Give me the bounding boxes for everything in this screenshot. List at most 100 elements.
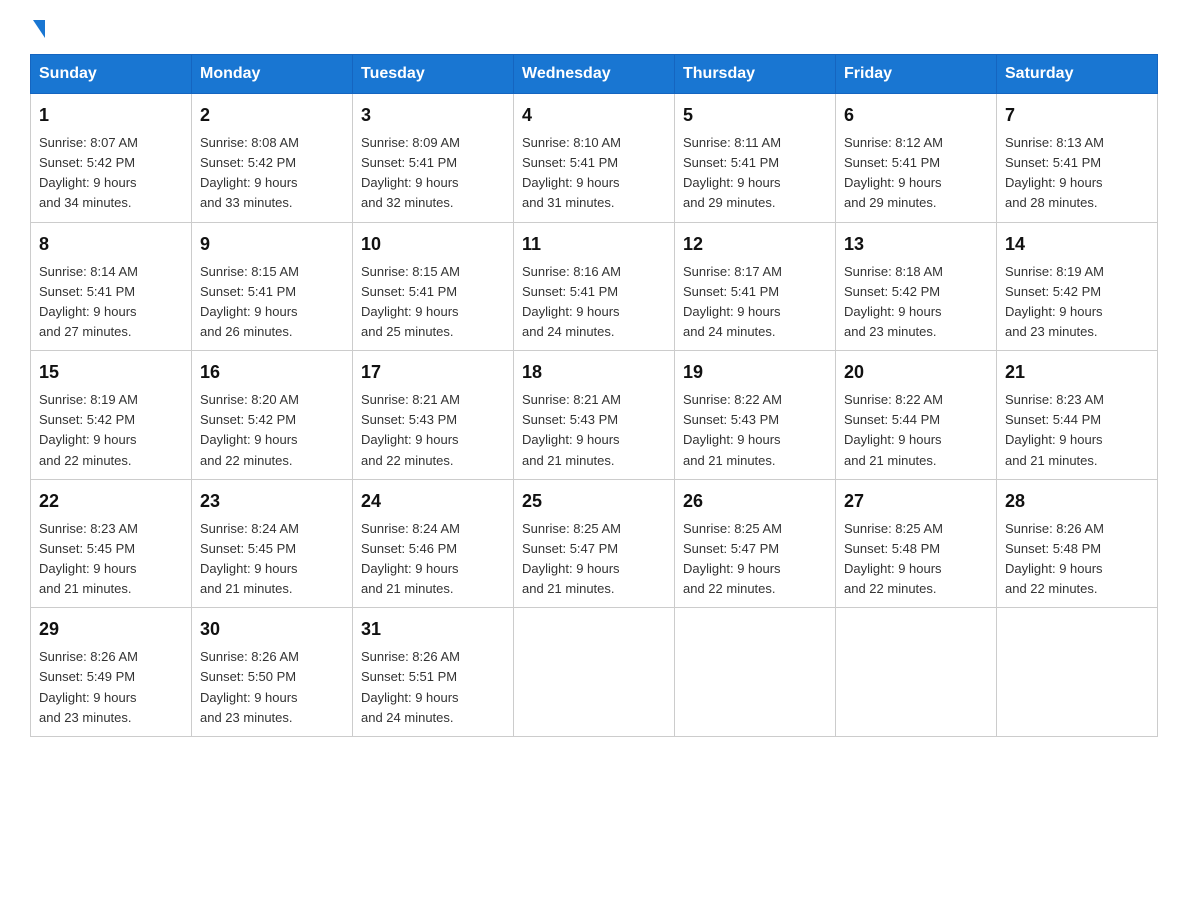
day-info: Sunrise: 8:25 AMSunset: 5:48 PMDaylight:… — [844, 519, 988, 600]
calendar-cell — [675, 608, 836, 737]
week-row-1: 1 Sunrise: 8:07 AMSunset: 5:42 PMDayligh… — [31, 94, 1158, 223]
calendar-cell: 2 Sunrise: 8:08 AMSunset: 5:42 PMDayligh… — [192, 94, 353, 223]
day-number: 28 — [1005, 488, 1149, 515]
day-number: 4 — [522, 102, 666, 129]
weekday-header-sunday: Sunday — [31, 55, 192, 94]
day-info: Sunrise: 8:07 AMSunset: 5:42 PMDaylight:… — [39, 133, 183, 214]
day-info: Sunrise: 8:24 AMSunset: 5:46 PMDaylight:… — [361, 519, 505, 600]
calendar-cell: 4 Sunrise: 8:10 AMSunset: 5:41 PMDayligh… — [514, 94, 675, 223]
calendar-cell: 16 Sunrise: 8:20 AMSunset: 5:42 PMDaylig… — [192, 351, 353, 480]
day-info: Sunrise: 8:21 AMSunset: 5:43 PMDaylight:… — [522, 390, 666, 471]
calendar-cell: 7 Sunrise: 8:13 AMSunset: 5:41 PMDayligh… — [997, 94, 1158, 223]
calendar-cell — [997, 608, 1158, 737]
week-row-3: 15 Sunrise: 8:19 AMSunset: 5:42 PMDaylig… — [31, 351, 1158, 480]
day-info: Sunrise: 8:09 AMSunset: 5:41 PMDaylight:… — [361, 133, 505, 214]
day-number: 8 — [39, 231, 183, 258]
day-info: Sunrise: 8:25 AMSunset: 5:47 PMDaylight:… — [683, 519, 827, 600]
week-row-4: 22 Sunrise: 8:23 AMSunset: 5:45 PMDaylig… — [31, 479, 1158, 608]
calendar-cell: 5 Sunrise: 8:11 AMSunset: 5:41 PMDayligh… — [675, 94, 836, 223]
calendar-cell: 3 Sunrise: 8:09 AMSunset: 5:41 PMDayligh… — [353, 94, 514, 223]
day-info: Sunrise: 8:19 AMSunset: 5:42 PMDaylight:… — [1005, 262, 1149, 343]
day-info: Sunrise: 8:14 AMSunset: 5:41 PMDaylight:… — [39, 262, 183, 343]
day-number: 30 — [200, 616, 344, 643]
calendar-cell — [836, 608, 997, 737]
calendar-cell: 21 Sunrise: 8:23 AMSunset: 5:44 PMDaylig… — [997, 351, 1158, 480]
day-number: 2 — [200, 102, 344, 129]
day-number: 9 — [200, 231, 344, 258]
day-number: 16 — [200, 359, 344, 386]
logo-arrow-icon — [33, 20, 45, 38]
day-info: Sunrise: 8:10 AMSunset: 5:41 PMDaylight:… — [522, 133, 666, 214]
weekday-header-friday: Friday — [836, 55, 997, 94]
calendar-cell: 31 Sunrise: 8:26 AMSunset: 5:51 PMDaylig… — [353, 608, 514, 737]
day-info: Sunrise: 8:24 AMSunset: 5:45 PMDaylight:… — [200, 519, 344, 600]
day-number: 11 — [522, 231, 666, 258]
calendar-cell: 18 Sunrise: 8:21 AMSunset: 5:43 PMDaylig… — [514, 351, 675, 480]
calendar-cell: 9 Sunrise: 8:15 AMSunset: 5:41 PMDayligh… — [192, 222, 353, 351]
day-info: Sunrise: 8:15 AMSunset: 5:41 PMDaylight:… — [361, 262, 505, 343]
day-info: Sunrise: 8:22 AMSunset: 5:43 PMDaylight:… — [683, 390, 827, 471]
calendar-table: SundayMondayTuesdayWednesdayThursdayFrid… — [30, 54, 1158, 737]
day-number: 23 — [200, 488, 344, 515]
day-number: 18 — [522, 359, 666, 386]
calendar-cell: 10 Sunrise: 8:15 AMSunset: 5:41 PMDaylig… — [353, 222, 514, 351]
calendar-cell: 20 Sunrise: 8:22 AMSunset: 5:44 PMDaylig… — [836, 351, 997, 480]
day-info: Sunrise: 8:20 AMSunset: 5:42 PMDaylight:… — [200, 390, 344, 471]
day-number: 26 — [683, 488, 827, 515]
weekday-header-tuesday: Tuesday — [353, 55, 514, 94]
day-info: Sunrise: 8:25 AMSunset: 5:47 PMDaylight:… — [522, 519, 666, 600]
day-info: Sunrise: 8:23 AMSunset: 5:44 PMDaylight:… — [1005, 390, 1149, 471]
day-number: 17 — [361, 359, 505, 386]
calendar-cell: 28 Sunrise: 8:26 AMSunset: 5:48 PMDaylig… — [997, 479, 1158, 608]
day-number: 22 — [39, 488, 183, 515]
day-number: 14 — [1005, 231, 1149, 258]
day-number: 24 — [361, 488, 505, 515]
calendar-cell: 12 Sunrise: 8:17 AMSunset: 5:41 PMDaylig… — [675, 222, 836, 351]
weekday-header-thursday: Thursday — [675, 55, 836, 94]
day-info: Sunrise: 8:26 AMSunset: 5:49 PMDaylight:… — [39, 647, 183, 728]
calendar-cell: 1 Sunrise: 8:07 AMSunset: 5:42 PMDayligh… — [31, 94, 192, 223]
day-number: 6 — [844, 102, 988, 129]
day-number: 7 — [1005, 102, 1149, 129]
day-info: Sunrise: 8:08 AMSunset: 5:42 PMDaylight:… — [200, 133, 344, 214]
calendar-cell: 19 Sunrise: 8:22 AMSunset: 5:43 PMDaylig… — [675, 351, 836, 480]
day-info: Sunrise: 8:22 AMSunset: 5:44 PMDaylight:… — [844, 390, 988, 471]
day-number: 1 — [39, 102, 183, 129]
weekday-header-saturday: Saturday — [997, 55, 1158, 94]
day-info: Sunrise: 8:21 AMSunset: 5:43 PMDaylight:… — [361, 390, 505, 471]
day-info: Sunrise: 8:26 AMSunset: 5:50 PMDaylight:… — [200, 647, 344, 728]
calendar-cell: 17 Sunrise: 8:21 AMSunset: 5:43 PMDaylig… — [353, 351, 514, 480]
calendar-cell: 22 Sunrise: 8:23 AMSunset: 5:45 PMDaylig… — [31, 479, 192, 608]
logo — [30, 20, 45, 34]
day-number: 15 — [39, 359, 183, 386]
day-number: 5 — [683, 102, 827, 129]
day-number: 29 — [39, 616, 183, 643]
day-info: Sunrise: 8:18 AMSunset: 5:42 PMDaylight:… — [844, 262, 988, 343]
day-number: 13 — [844, 231, 988, 258]
calendar-cell: 27 Sunrise: 8:25 AMSunset: 5:48 PMDaylig… — [836, 479, 997, 608]
day-info: Sunrise: 8:23 AMSunset: 5:45 PMDaylight:… — [39, 519, 183, 600]
day-info: Sunrise: 8:11 AMSunset: 5:41 PMDaylight:… — [683, 133, 827, 214]
weekday-header-wednesday: Wednesday — [514, 55, 675, 94]
day-info: Sunrise: 8:19 AMSunset: 5:42 PMDaylight:… — [39, 390, 183, 471]
day-number: 31 — [361, 616, 505, 643]
calendar-cell: 29 Sunrise: 8:26 AMSunset: 5:49 PMDaylig… — [31, 608, 192, 737]
day-number: 19 — [683, 359, 827, 386]
day-info: Sunrise: 8:15 AMSunset: 5:41 PMDaylight:… — [200, 262, 344, 343]
day-number: 27 — [844, 488, 988, 515]
day-number: 10 — [361, 231, 505, 258]
day-number: 21 — [1005, 359, 1149, 386]
week-row-5: 29 Sunrise: 8:26 AMSunset: 5:49 PMDaylig… — [31, 608, 1158, 737]
calendar-cell: 11 Sunrise: 8:16 AMSunset: 5:41 PMDaylig… — [514, 222, 675, 351]
page-header — [30, 20, 1158, 34]
calendar-cell: 8 Sunrise: 8:14 AMSunset: 5:41 PMDayligh… — [31, 222, 192, 351]
day-info: Sunrise: 8:13 AMSunset: 5:41 PMDaylight:… — [1005, 133, 1149, 214]
day-info: Sunrise: 8:16 AMSunset: 5:41 PMDaylight:… — [522, 262, 666, 343]
calendar-cell: 30 Sunrise: 8:26 AMSunset: 5:50 PMDaylig… — [192, 608, 353, 737]
day-number: 12 — [683, 231, 827, 258]
calendar-cell: 15 Sunrise: 8:19 AMSunset: 5:42 PMDaylig… — [31, 351, 192, 480]
day-info: Sunrise: 8:12 AMSunset: 5:41 PMDaylight:… — [844, 133, 988, 214]
weekday-header-monday: Monday — [192, 55, 353, 94]
day-number: 3 — [361, 102, 505, 129]
calendar-cell: 6 Sunrise: 8:12 AMSunset: 5:41 PMDayligh… — [836, 94, 997, 223]
